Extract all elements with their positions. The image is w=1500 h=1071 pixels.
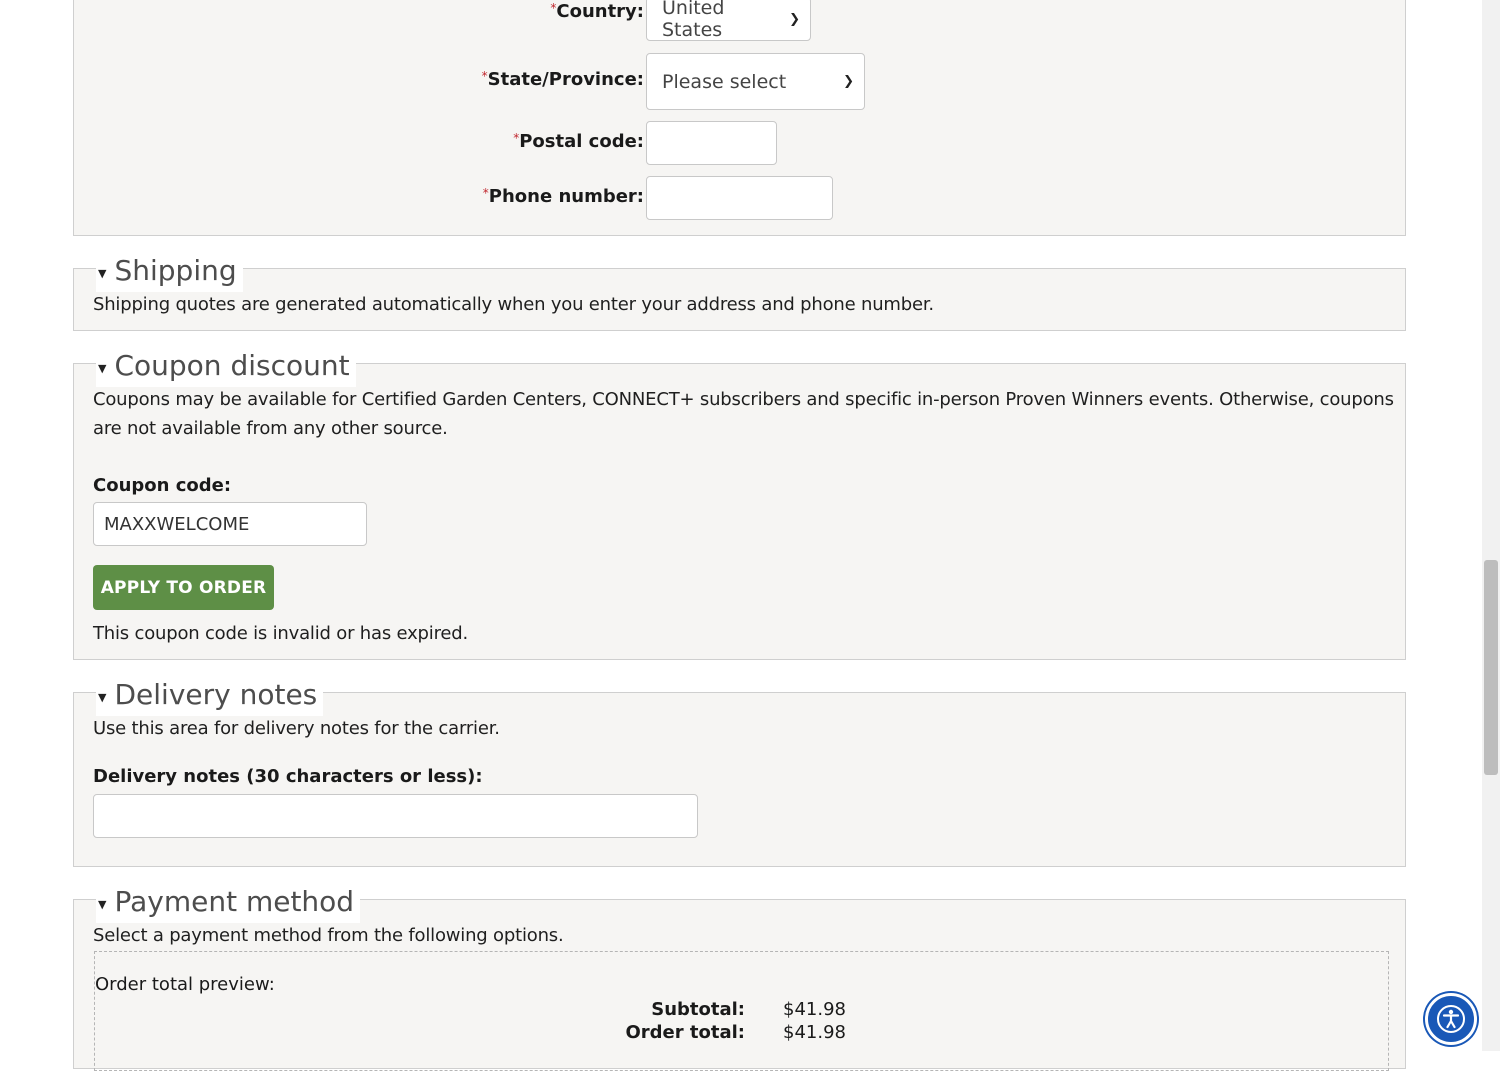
coupon-code-input[interactable]: MAXXWELCOME (93, 502, 367, 546)
delivery-notes-label: Delivery notes (30 characters or less): (93, 766, 483, 787)
collapse-triangle-icon: ▼ (98, 362, 107, 375)
country-select[interactable]: United States ❯ (646, 0, 811, 41)
payment-title: Payment method (114, 885, 355, 918)
collapse-triangle-icon: ▼ (98, 898, 107, 911)
state-label: *State/Province: (481, 69, 644, 90)
page-scrollbar[interactable] (1482, 0, 1500, 1051)
state-select-value: Please select (662, 70, 787, 93)
country-label: *Country: (550, 1, 644, 22)
payment-description: Select a payment method from the followi… (93, 925, 564, 946)
delivery-fieldset: ▼ Delivery notes Use this area for deliv… (73, 674, 1406, 867)
shipping-description: Shipping quotes are generated automatica… (93, 294, 934, 315)
coupon-title: Coupon discount (114, 349, 350, 382)
postal-label: *Postal code: (513, 131, 644, 152)
scrollbar-thumb[interactable] (1484, 560, 1498, 775)
coupon-code-label: Coupon code: (93, 475, 232, 496)
coupon-legend[interactable]: ▼ Coupon discount (96, 345, 356, 387)
shipping-legend[interactable]: ▼ Shipping (96, 250, 243, 292)
order-total-label: Order total: (625, 1022, 745, 1043)
chevron-down-icon: ❯ (789, 11, 800, 27)
phone-label: *Phone number: (482, 186, 644, 207)
postal-code-input[interactable] (646, 121, 777, 165)
delivery-title: Delivery notes (114, 678, 318, 711)
order-total-preview: Order total preview: Subtotal: $41.98 Or… (94, 951, 1389, 1071)
phone-number-input[interactable] (646, 176, 833, 220)
coupon-description-line1: Coupons may be available for Certified G… (93, 389, 1394, 410)
coupon-fieldset: ▼ Coupon discount Coupons may be availab… (73, 345, 1406, 660)
accessibility-icon (1437, 1005, 1465, 1033)
payment-legend[interactable]: ▼ Payment method (96, 881, 361, 923)
chevron-down-icon: ❯ (843, 74, 854, 89)
country-select-value: United States (662, 0, 725, 41)
state-select[interactable]: Please select ❯ (646, 53, 865, 110)
subtotal-value: $41.98 (783, 999, 846, 1020)
accessibility-button[interactable] (1425, 993, 1477, 1045)
collapse-triangle-icon: ▼ (98, 267, 107, 280)
delivery-description: Use this area for delivery notes for the… (93, 718, 500, 739)
subtotal-label: Subtotal: (651, 999, 745, 1020)
payment-fieldset: ▼ Payment method Select a payment method… (73, 881, 1406, 1071)
collapse-triangle-icon: ▼ (98, 691, 107, 704)
delivery-notes-input[interactable] (93, 794, 698, 838)
shipping-fieldset: ▼ Shipping Shipping quotes are generated… (73, 250, 1406, 331)
coupon-description-line2: are not available from any other source. (93, 418, 448, 439)
order-preview-label: Order total preview: (95, 974, 275, 995)
coupon-error-message: This coupon code is invalid or has expir… (93, 623, 468, 644)
delivery-legend[interactable]: ▼ Delivery notes (96, 674, 324, 716)
order-total-value: $41.98 (783, 1022, 846, 1043)
address-fieldset: *Country: United States ❯ *State/Provinc… (73, 0, 1406, 236)
shipping-title: Shipping (114, 254, 237, 287)
apply-to-order-button[interactable]: APPLY TO ORDER (93, 565, 274, 610)
